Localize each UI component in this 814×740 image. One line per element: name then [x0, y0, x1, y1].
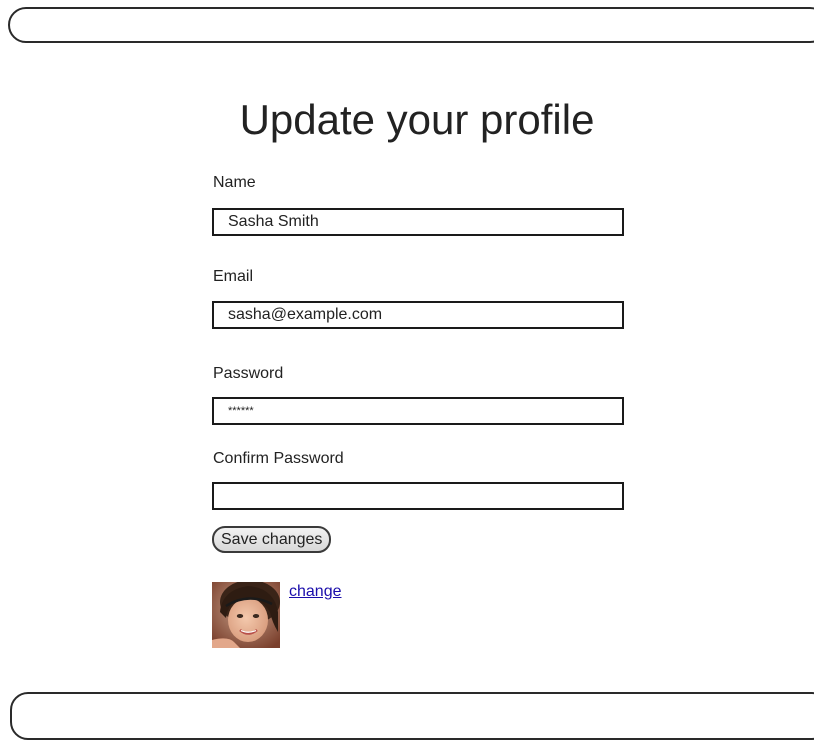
avatar-photo: [212, 582, 280, 648]
name-field[interactable]: [212, 208, 624, 236]
password-label: Password: [213, 365, 284, 382]
name-label: Name: [213, 174, 256, 191]
email-field[interactable]: [212, 301, 624, 329]
save-changes-button[interactable]: Save changes: [212, 526, 332, 553]
confirm-password-field[interactable]: [212, 482, 624, 510]
password-field[interactable]: [212, 397, 624, 425]
confirm-password-label: Confirm Password: [213, 450, 344, 467]
change-avatar-link[interactable]: change: [289, 582, 342, 602]
email-label: Email: [213, 268, 254, 285]
top-bar: [8, 7, 814, 43]
bottom-bar: [10, 692, 814, 740]
page-title: Update your profile: [239, 96, 595, 143]
